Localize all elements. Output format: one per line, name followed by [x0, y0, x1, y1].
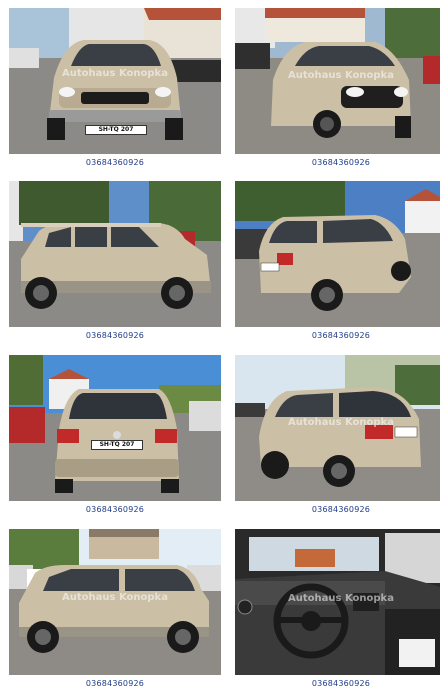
gallery-item[interactable]: 03684360926	[235, 181, 440, 340]
watermark: Autohaus Konopka	[288, 70, 394, 81]
photo-caption: 03684360926	[85, 331, 145, 340]
photo-caption: 03684360926	[311, 505, 371, 514]
photo-caption: 03684360926	[85, 505, 145, 514]
car-photo-interior[interactable]: Autohaus Konopka	[235, 529, 440, 675]
license-plate: SH-TQ 207	[85, 125, 147, 135]
photo-caption: 03684360926	[311, 158, 371, 167]
watermark: Autohaus Konopka	[62, 68, 168, 79]
gallery-item[interactable]: Autohaus Konopka 03684360926	[235, 355, 440, 514]
photo-caption: 03684360926	[85, 158, 145, 167]
car-photo-rear[interactable]: SH-TQ 207	[9, 355, 221, 501]
gallery-item[interactable]: SH-TQ 207 Autohaus Konopka 03684360926	[9, 8, 221, 167]
gallery-item[interactable]: Autohaus Konopka 03684360926	[9, 529, 221, 688]
gallery-item[interactable]: SH-TQ 207 03684360926	[9, 355, 221, 514]
watermark: Autohaus Konopka	[288, 593, 394, 604]
photo-caption: 03684360926	[311, 331, 371, 340]
gallery-item[interactable]: 03684360926	[9, 181, 221, 340]
watermark: Autohaus Konopka	[62, 592, 168, 603]
gallery-item[interactable]: Autohaus Konopka 03684360926	[235, 8, 440, 167]
car-photo-rear-side[interactable]	[235, 181, 440, 327]
photo-caption: 03684360926	[311, 679, 371, 688]
photo-caption: 03684360926	[85, 679, 145, 688]
photo-gallery: SH-TQ 207 Autohaus Konopka 03684360926 A…	[0, 0, 440, 688]
car-photo-rear-right[interactable]: Autohaus Konopka	[235, 355, 440, 501]
car-photo-side-left[interactable]	[9, 181, 221, 327]
car-photo-front-side[interactable]: Autohaus Konopka	[235, 8, 440, 154]
watermark: Autohaus Konopka	[288, 417, 394, 428]
car-photo-front[interactable]: SH-TQ 207 Autohaus Konopka	[9, 8, 221, 154]
license-plate: SH-TQ 207	[91, 440, 143, 450]
gallery-item[interactable]: Autohaus Konopka 03684360926	[235, 529, 440, 688]
car-photo-side-right[interactable]: Autohaus Konopka	[9, 529, 221, 675]
